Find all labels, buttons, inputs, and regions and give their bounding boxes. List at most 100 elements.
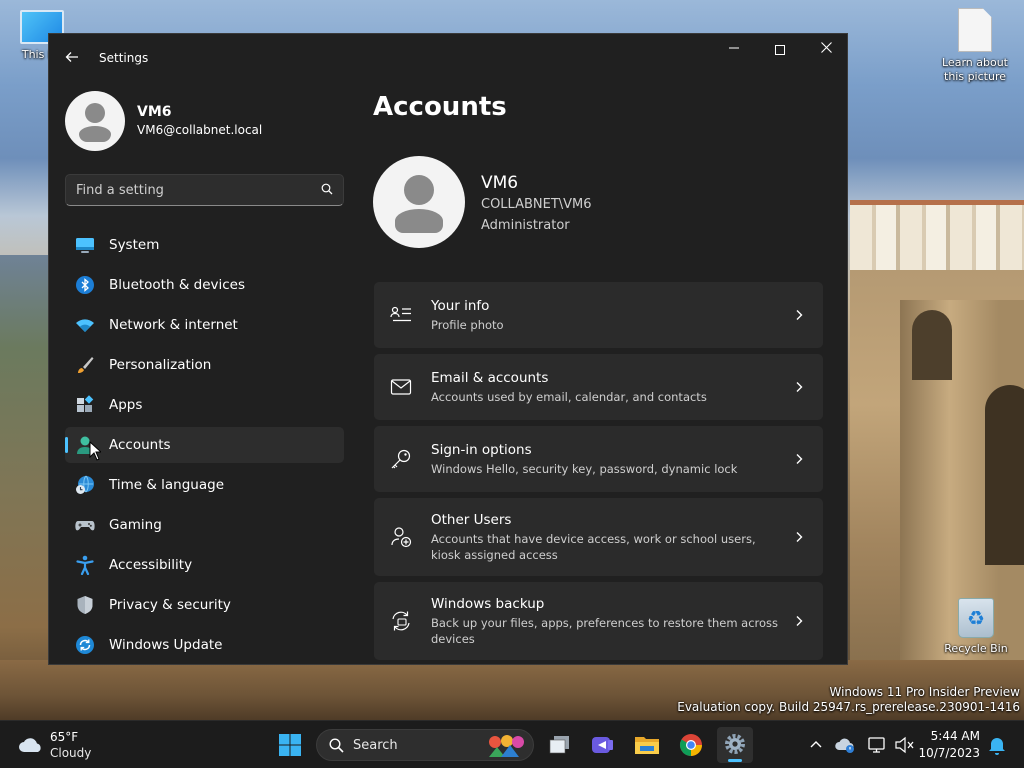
- desktop-icon-learn-picture[interactable]: Learn about this picture: [935, 8, 1015, 84]
- settings-icon: [725, 734, 745, 754]
- sidebar-item-system[interactable]: System: [65, 227, 344, 263]
- card-description: Accounts that have device access, work o…: [431, 532, 756, 562]
- sidebar-item-accounts[interactable]: Accounts: [65, 427, 344, 463]
- desktop-icon-recycle-bin[interactable]: ♻ Recycle Bin: [938, 598, 1014, 656]
- volume-muted-icon[interactable]: [892, 733, 916, 757]
- page-title: Accounts: [373, 92, 507, 122]
- back-button[interactable]: [61, 46, 83, 68]
- title-bar[interactable]: Settings: [49, 34, 847, 82]
- sidebar-item-personalization[interactable]: Personalization: [65, 347, 344, 383]
- taskbar-search[interactable]: Search: [316, 729, 534, 761]
- file-explorer-button[interactable]: [629, 727, 665, 763]
- sidebar-item-label: Network & internet: [109, 317, 238, 333]
- card-description: Back up your files, apps, preferences to…: [431, 616, 779, 646]
- start-button[interactable]: [272, 727, 308, 763]
- account-summary: VM6 COLLABNET\VM6 Administrator: [373, 156, 793, 248]
- weather-condition: Cloudy: [50, 746, 92, 760]
- brush-icon: [78, 357, 94, 373]
- system-icon: [76, 238, 94, 253]
- apps-icon: [77, 395, 94, 412]
- bluetooth-icon: [76, 276, 94, 294]
- account-avatar: [373, 156, 465, 248]
- clock-time[interactable]: 5:44 AM: [931, 729, 980, 743]
- update-icon: [76, 636, 94, 654]
- chevron-right-icon: [796, 310, 803, 320]
- card-email-accounts[interactable]: Email & accounts Accounts used by email,…: [374, 354, 823, 420]
- accessibility-icon: [76, 555, 94, 575]
- search-icon: [321, 183, 333, 195]
- weather-widget[interactable]: 65°F Cloudy: [16, 729, 126, 763]
- network-icon[interactable]: [866, 733, 890, 757]
- sidebar-item-label: Accessibility: [109, 557, 193, 573]
- watermark-line-2: Evaluation copy. Build 25947.rs_prerelea…: [677, 700, 1020, 714]
- start-icon: [279, 734, 301, 756]
- minimize-button[interactable]: [711, 34, 757, 66]
- desktop-icon-label: Learn about this picture: [942, 56, 1008, 83]
- sidebar-item-privacy-security[interactable]: Privacy & security: [65, 587, 344, 623]
- sidebar-item-time-language[interactable]: Time & language: [65, 467, 344, 503]
- chevron-up-icon[interactable]: [804, 733, 828, 757]
- sidebar-item-label: Gaming: [109, 517, 162, 533]
- clock-date[interactable]: 10/7/2023: [918, 746, 980, 760]
- teams-button[interactable]: [584, 727, 620, 763]
- sidebar-item-bluetooth[interactable]: Bluetooth & devices: [65, 267, 344, 303]
- card-your-info[interactable]: Your info Profile photo: [374, 282, 823, 348]
- profile-name: VM6: [137, 104, 172, 120]
- mouse-cursor-icon: [89, 441, 101, 461]
- card-other-users[interactable]: Other Users Accounts that have device ac…: [374, 498, 823, 576]
- close-button[interactable]: [803, 34, 847, 66]
- card-title: Other Users: [431, 512, 512, 528]
- card-description: Accounts used by email, calendar, and co…: [431, 390, 707, 404]
- gamepad-icon: [75, 521, 95, 531]
- notification-bell-icon[interactable]: [985, 733, 1009, 757]
- chevron-right-icon: [796, 616, 803, 626]
- sidebar-item-apps[interactable]: Apps: [65, 387, 344, 423]
- close-icon: [820, 42, 832, 53]
- shield-icon: [77, 596, 93, 614]
- avatar: [65, 91, 125, 151]
- account-domain-user: COLLABNET\VM6: [481, 197, 592, 212]
- task-view-button[interactable]: [542, 727, 578, 763]
- file-explorer-icon: [635, 737, 659, 754]
- sidebar-item-label: System: [109, 237, 160, 253]
- teams-icon: [592, 737, 613, 753]
- onedrive-icon[interactable]: [834, 733, 858, 757]
- card-sign-in-options[interactable]: Sign-in options Windows Hello, security …: [374, 426, 823, 492]
- account-name: VM6: [481, 173, 519, 193]
- document-icon: [958, 8, 992, 52]
- sidebar-item-windows-update[interactable]: Windows Update: [65, 627, 344, 663]
- card-title: Windows backup: [431, 596, 545, 612]
- sidebar-item-gaming[interactable]: Gaming: [65, 507, 344, 543]
- card-title: Your info: [431, 298, 490, 314]
- taskbar-search-label: Search: [353, 738, 398, 753]
- find-setting-search[interactable]: [65, 174, 344, 206]
- taskbar: 65°F Cloudy Search 5:44 AM 10/7/2023: [0, 720, 1024, 768]
- cloud-icon: [19, 738, 41, 752]
- app-title: Settings: [99, 51, 149, 65]
- settings-taskbar-button[interactable]: [717, 727, 753, 763]
- search-input[interactable]: [66, 175, 306, 205]
- desktop-icon-label: Recycle Bin: [944, 642, 1008, 655]
- account-role: Administrator: [481, 218, 570, 233]
- maximize-button[interactable]: [757, 34, 803, 66]
- accounts-settings-list: Your info Profile photo Email & accounts…: [374, 282, 823, 664]
- recycle-bin-icon: ♻: [958, 598, 994, 638]
- card-windows-backup[interactable]: Windows backup Back up your files, apps,…: [374, 582, 823, 660]
- chevron-right-icon: [796, 532, 803, 542]
- card-title: Email & accounts: [431, 370, 549, 386]
- profile-email: VM6@collabnet.local: [137, 123, 263, 137]
- watermark-line-1: Windows 11 Pro Insider Preview: [829, 685, 1020, 699]
- card-description: Profile photo: [431, 318, 504, 332]
- sidebar-item-network[interactable]: Network & internet: [65, 307, 344, 343]
- chrome-button[interactable]: [673, 727, 709, 763]
- sidebar-item-accessibility[interactable]: Accessibility: [65, 547, 344, 583]
- back-arrow-icon: [65, 52, 78, 62]
- sidebar-item-label: Time & language: [109, 477, 225, 493]
- chrome-icon: [680, 734, 702, 756]
- sidebar-profile[interactable]: VM6 VM6@collabnet.local: [65, 91, 355, 151]
- person-add-icon: [391, 527, 412, 548]
- card-description: Windows Hello, security key, password, d…: [431, 462, 738, 476]
- sidebar-item-label: Bluetooth & devices: [109, 277, 246, 293]
- globe-clock-icon: [76, 475, 94, 494]
- key-icon: [391, 449, 411, 469]
